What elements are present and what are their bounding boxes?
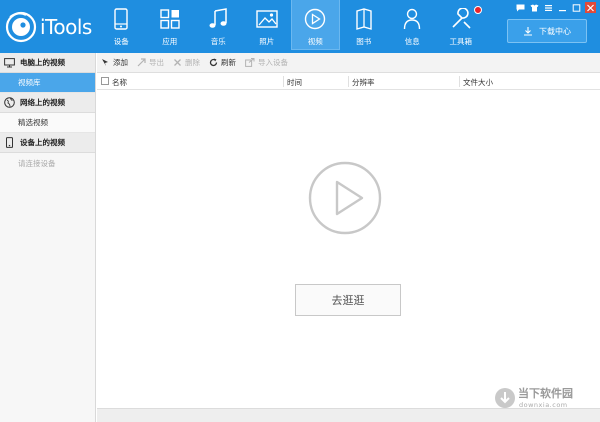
app-logo: iTools — [4, 9, 98, 45]
nav-music-label: 音乐 — [210, 37, 226, 46]
play-circle-icon — [308, 161, 382, 235]
watermark-text: 当下软件园 — [518, 387, 573, 400]
sidebar-section-network: 网络上的视频 — [0, 93, 95, 113]
nav-device[interactable]: 设备 — [97, 0, 146, 50]
close-icon[interactable] — [585, 2, 596, 13]
column-time[interactable]: 时间 — [287, 77, 302, 88]
import-icon — [245, 58, 255, 67]
add-button[interactable]: 添加 — [101, 57, 128, 68]
nav-photos[interactable]: 照片 — [243, 0, 292, 50]
nav-books-label: 图书 — [356, 37, 372, 46]
add-icon — [102, 59, 108, 66]
music-icon — [207, 8, 229, 30]
export-label: 导出 — [149, 58, 164, 67]
column-divider — [348, 76, 349, 87]
sidebar-item-label: 请连接设备 — [18, 158, 56, 168]
download-center-label: 下载中心 — [539, 26, 571, 36]
delete-label: 删除 — [185, 58, 200, 67]
refresh-label: 刷新 — [221, 58, 236, 67]
apps-icon — [159, 8, 181, 30]
sidebar-item-featured-videos[interactable]: 精选视频 — [0, 113, 95, 133]
nav-apps-label: 应用 — [162, 37, 178, 46]
nav-video-label: 视频 — [307, 37, 323, 46]
sidebar-section-device-title: 设备上的视频 — [20, 138, 65, 147]
refresh-button[interactable]: 刷新 — [209, 57, 236, 68]
delete-icon — [174, 59, 181, 66]
sidebar: 电脑上的视频 视频库 网络上的视频 精选视频 设备上的视频 请连接设备 — [0, 53, 96, 422]
sidebar-item-connect-device: 请连接设备 — [0, 153, 95, 173]
watermark-url: downxia.com — [519, 401, 568, 409]
wrench-icon — [450, 8, 472, 30]
column-resolution[interactable]: 分辨率 — [352, 77, 375, 88]
top-bar: iTools 设备 应用 音乐 照片 视频 图书 信息 工具箱 下载中心 — [0, 0, 600, 53]
column-divider — [283, 76, 284, 87]
nav-video[interactable]: 视频 — [291, 0, 340, 50]
add-label: 添加 — [113, 58, 128, 67]
monitor-icon — [4, 57, 15, 67]
refresh-icon — [209, 58, 218, 67]
column-divider — [459, 76, 460, 87]
notification-dot — [474, 6, 482, 14]
logo-bird-icon — [5, 11, 37, 43]
nav-info-label: 信息 — [404, 37, 420, 46]
import-device-label: 导入设备 — [258, 58, 288, 67]
import-device-button[interactable]: 导入设备 — [245, 57, 288, 68]
sidebar-item-video-library[interactable]: 视频库 — [0, 73, 95, 93]
sidebar-item-label: 视频库 — [18, 78, 41, 87]
video-icon — [304, 8, 326, 30]
column-name[interactable]: 名称 — [112, 77, 127, 88]
menu-icon[interactable] — [543, 2, 554, 13]
video-list-empty-state: 去逛逛 — [97, 90, 600, 408]
nav-device-label: 设备 — [113, 37, 129, 46]
select-all-checkbox[interactable] — [101, 77, 109, 85]
sidebar-section-device: 设备上的视频 — [0, 133, 95, 153]
nav-music[interactable]: 音乐 — [194, 0, 243, 50]
phone-icon — [110, 8, 132, 30]
sidebar-item-label: 精选视频 — [18, 118, 48, 127]
nav-info[interactable]: 信息 — [388, 0, 437, 50]
toolbar: 添加 导出 删除 刷新 导入设备 — [97, 53, 600, 73]
sidebar-section-computer-title: 电脑上的视频 — [20, 58, 65, 67]
export-button[interactable]: 导出 — [137, 57, 164, 68]
column-size[interactable]: 文件大小 — [463, 77, 493, 88]
nav-apps[interactable]: 应用 — [146, 0, 195, 50]
logo-text: iTools — [40, 15, 92, 39]
watermark-download-icon — [495, 388, 515, 408]
download-center-button[interactable]: 下载中心 — [507, 19, 587, 43]
book-icon — [353, 8, 375, 30]
photo-icon — [256, 8, 278, 30]
globe-icon — [4, 97, 15, 108]
browse-button[interactable]: 去逛逛 — [295, 284, 401, 316]
window-controls — [515, 2, 596, 13]
download-icon — [524, 27, 532, 36]
device-icon — [6, 137, 13, 148]
sidebar-section-computer: 电脑上的视频 — [0, 53, 95, 73]
export-icon — [137, 58, 146, 67]
delete-button[interactable]: 删除 — [173, 57, 200, 68]
maximize-icon[interactable] — [571, 2, 582, 13]
nav-toolbox-label: 工具箱 — [449, 37, 473, 46]
nav-photos-label: 照片 — [259, 37, 275, 46]
minimize-icon[interactable] — [557, 2, 568, 13]
main-nav: 设备 应用 音乐 照片 视频 图书 信息 工具箱 — [97, 0, 485, 53]
message-icon[interactable] — [515, 2, 526, 13]
watermark: 当下软件园 downxia.com — [492, 384, 600, 414]
user-icon — [401, 8, 423, 30]
nav-books[interactable]: 图书 — [340, 0, 389, 50]
skin-icon[interactable] — [529, 2, 540, 13]
table-header: 名称 时间 分辨率 文件大小 — [97, 73, 600, 90]
sidebar-section-network-title: 网络上的视频 — [20, 98, 65, 107]
